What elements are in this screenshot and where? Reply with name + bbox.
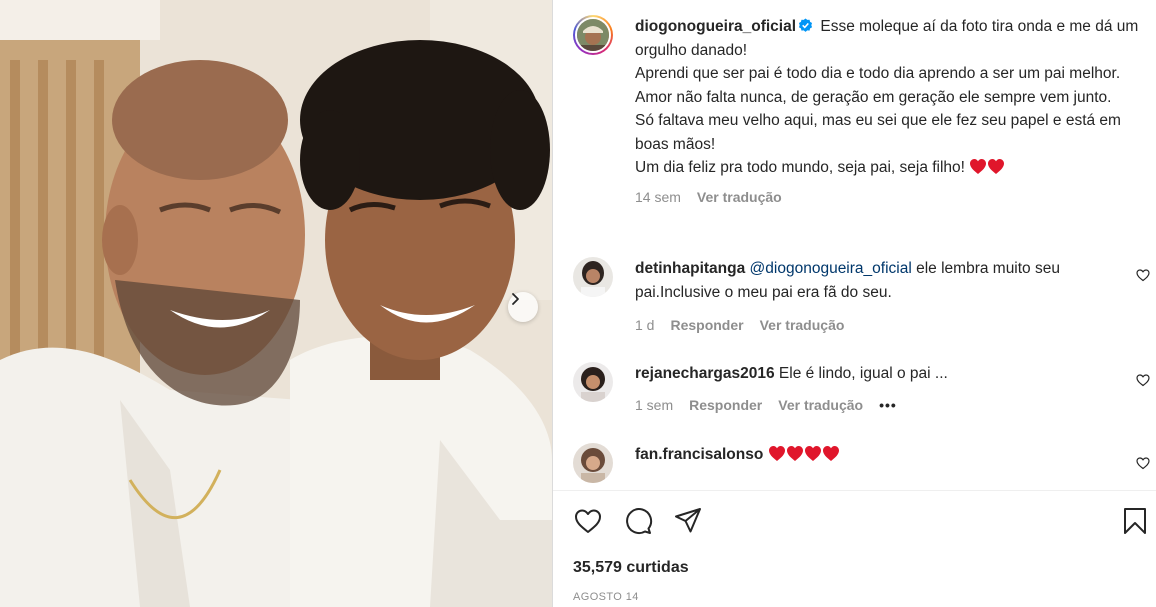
caption-line-2: Aprendi que ser pai é todo dia e todo di… bbox=[635, 65, 1121, 106]
comment-item: fan.francisalonso bbox=[573, 443, 1156, 483]
red-heart-emoji-icon bbox=[822, 446, 839, 461]
avatar-image bbox=[573, 443, 613, 483]
comment-body: detinhapitanga @diogonogueira_oficial el… bbox=[635, 257, 1145, 334]
red-heart-emoji-icon bbox=[786, 446, 803, 461]
comment-username[interactable]: detinhapitanga bbox=[635, 260, 745, 277]
comment-translate-link[interactable]: Ver tradução bbox=[760, 316, 845, 334]
caption-time: 14 sem bbox=[635, 188, 681, 205]
comment-like-heart-icon[interactable] bbox=[1136, 456, 1150, 470]
reply-link[interactable]: Responder bbox=[689, 396, 762, 414]
actions-divider bbox=[553, 490, 1156, 491]
paper-plane-icon[interactable] bbox=[673, 506, 703, 536]
next-photo-button[interactable] bbox=[508, 292, 538, 322]
caption-meta: 14 sem Ver tradução bbox=[635, 188, 1145, 206]
caption-text: diogonogueira_oficial Esse moleque aí da… bbox=[635, 15, 1145, 180]
red-heart-emoji-icon bbox=[970, 159, 987, 174]
caption-translate-link[interactable]: Ver tradução bbox=[697, 188, 782, 206]
comment-like-heart-icon[interactable] bbox=[1136, 373, 1150, 387]
comment-item: rejanechargas2016 Ele é lindo, igual o p… bbox=[573, 362, 1156, 414]
comment-bubble-icon[interactable] bbox=[623, 506, 653, 536]
red-heart-emoji-icon bbox=[804, 446, 821, 461]
red-heart-emoji-icon bbox=[768, 446, 785, 461]
heart-outline-icon[interactable] bbox=[573, 506, 603, 536]
avatar-image bbox=[573, 257, 613, 297]
post-details-panel: diogonogueira_oficial Esse moleque aí da… bbox=[553, 0, 1156, 607]
red-heart-emoji-icon bbox=[988, 159, 1005, 174]
comment-time: 1 sem bbox=[635, 396, 674, 413]
comment-item: detinhapitanga @diogonogueira_oficial el… bbox=[573, 257, 1156, 334]
caption-body: diogonogueira_oficial Esse moleque aí da… bbox=[635, 15, 1145, 206]
comment-mention[interactable]: @diogonogueira_oficial bbox=[750, 260, 912, 277]
comment-translate-link[interactable]: Ver tradução bbox=[778, 396, 863, 414]
post-caption: diogonogueira_oficial Esse moleque aí da… bbox=[573, 15, 1156, 206]
comments-scroll-area[interactable]: diogonogueira_oficial Esse moleque aí da… bbox=[553, 0, 1156, 490]
chevron-right-icon bbox=[512, 293, 519, 305]
comment-username[interactable]: rejanechargas2016 bbox=[635, 365, 775, 382]
comment-like-heart-icon[interactable] bbox=[1136, 268, 1150, 282]
post-photo bbox=[0, 0, 552, 607]
post-action-bar bbox=[573, 506, 1156, 538]
likes-count[interactable]: 35,579 curtidas bbox=[573, 559, 689, 577]
comment-text: Ele é lindo, igual o pai ... bbox=[778, 365, 948, 382]
author-avatar[interactable] bbox=[573, 15, 613, 55]
photo-illustration bbox=[0, 0, 552, 607]
verified-badge-icon bbox=[798, 18, 813, 32]
author-avatar-image bbox=[577, 19, 609, 51]
commenter-avatar[interactable] bbox=[573, 362, 613, 402]
more-options-icon[interactable]: ••• bbox=[879, 396, 897, 414]
comment-username[interactable]: fan.francisalonso bbox=[635, 446, 763, 463]
author-username[interactable]: diogonogueira_oficial bbox=[635, 18, 796, 35]
post-date: AGOSTO 14 bbox=[573, 591, 639, 603]
comment-time: 1 d bbox=[635, 317, 655, 333]
avatar-image bbox=[573, 362, 613, 402]
comment-meta: 1 sem Responder Ver tradução ••• bbox=[635, 396, 1145, 414]
caption-line-3: Só faltava meu velho aqui, mas eu sei qu… bbox=[635, 112, 1121, 153]
commenter-avatar[interactable] bbox=[573, 257, 613, 297]
comment-body: rejanechargas2016 Ele é lindo, igual o p… bbox=[635, 362, 1145, 414]
comment-meta: 1 d Responder Ver tradução bbox=[635, 316, 1145, 334]
reply-link[interactable]: Responder bbox=[670, 316, 743, 334]
bookmark-icon[interactable] bbox=[1120, 506, 1150, 536]
comment-body: fan.francisalonso bbox=[635, 443, 1145, 483]
caption-line-4: Um dia feliz pra todo mundo, seja pai, s… bbox=[635, 159, 965, 176]
commenter-avatar[interactable] bbox=[573, 443, 613, 483]
